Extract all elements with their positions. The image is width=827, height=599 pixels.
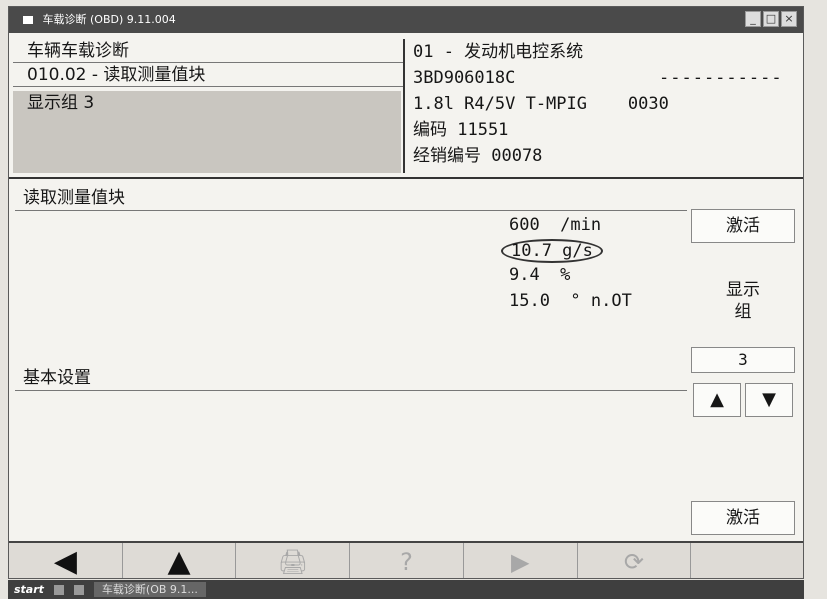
measure-value-ignition: 15.0 ° n.OT (509, 291, 632, 311)
close-button[interactable]: × (781, 11, 797, 27)
start-button[interactable]: start (14, 580, 44, 599)
obd-window: 车载诊断 (OBD) 9.11.004 _ □ × 车辆车载诊断 010.02 … (8, 6, 804, 579)
group-down-button[interactable]: ▼ (745, 383, 793, 417)
help-icon: ? (400, 547, 413, 576)
bottom-toolbar: ◀ ▲ 🖨 ? ▶ ⟳ (9, 541, 803, 579)
up-button[interactable]: ▲ (123, 543, 237, 579)
forward-icon: ▶ (511, 547, 530, 576)
system-name-text: 01 - 发动机电控系统 (413, 42, 584, 62)
back-icon: ◀ (53, 544, 77, 579)
back-button[interactable]: ◀ (9, 543, 123, 579)
activate-button-top[interactable]: 激活 (691, 209, 795, 243)
forward-button[interactable]: ▶ (464, 543, 578, 578)
minimize-button[interactable]: _ (745, 11, 761, 27)
system-name: 01 - 发动机电控系统 (413, 39, 801, 65)
display-group-label: 显示组 3 (13, 91, 401, 173)
title-bar: 车载诊断 (OBD) 9.11.004 _ □ × (9, 7, 803, 33)
function-info: 车辆车载诊断 010.02 - 读取测量值块 显示组 3 (13, 39, 405, 173)
refresh-icon: ⟳ (623, 547, 644, 576)
print-icon: 🖨 (277, 547, 309, 576)
taskbar: start 车载诊断(OB 9.1... (8, 580, 804, 599)
measure-values: 600 /min 10.7 g/s 9.4 % 15.0 ° n.OT (15, 213, 687, 371)
dealer-number: 经销编号 00078 (413, 146, 543, 166)
part-number: 3BD906018C (413, 68, 516, 88)
function-title: 车辆车载诊断 (13, 39, 403, 63)
dashes: ----------- (659, 68, 783, 88)
header-panel: 车辆车载诊断 010.02 - 读取测量值块 显示组 3 01 - 发动机电控系… (9, 33, 803, 179)
taskbar-item-obd[interactable]: 车载诊断(OB 9.1... (93, 582, 206, 597)
up-icon: ▲ (167, 544, 191, 579)
measure-value-load: 9.4 % (509, 265, 571, 285)
print-button[interactable]: 🖨 (236, 543, 351, 578)
engine-info: 1.8l R4/5V T-MPIG 0030 (413, 94, 669, 114)
part-number-line: 3BD906018C ----------- (413, 65, 801, 91)
measure-block-title: 读取测量值块 (15, 185, 687, 211)
group-number-field[interactable]: 3 (691, 347, 795, 373)
quicklaunch-icon[interactable] (53, 584, 64, 595)
activate-button-bottom[interactable]: 激活 (691, 501, 795, 535)
window-title: 车载诊断 (OBD) 9.11.004 (42, 13, 176, 26)
app-icon (23, 16, 33, 24)
measure-value-airflow: 10.7 g/s (501, 239, 603, 263)
maximize-button[interactable]: □ (763, 11, 779, 27)
quicklaunch-icon-2[interactable] (73, 584, 84, 595)
basic-settings-area (15, 393, 687, 539)
display-group-line1: 显示 (726, 280, 760, 300)
help-button[interactable]: ? (350, 543, 464, 578)
ecu-info: 01 - 发动机电控系统 3BD906018C ----------- 1.8l … (413, 39, 801, 173)
coding: 编码 11551 (413, 120, 509, 140)
measure-value-rpm: 600 /min (509, 215, 602, 235)
display-group-line2: 组 (734, 302, 752, 322)
display-group-button[interactable]: 显示 组 (691, 271, 795, 331)
group-up-button[interactable]: ▲ (693, 383, 741, 417)
basic-settings-title: 基本设置 (15, 365, 687, 391)
blank-toolbar-slot (691, 543, 803, 578)
refresh-button[interactable]: ⟳ (578, 543, 692, 578)
window-controls: _ □ × (745, 11, 797, 27)
function-path: 010.02 - 读取测量值块 (13, 63, 403, 87)
